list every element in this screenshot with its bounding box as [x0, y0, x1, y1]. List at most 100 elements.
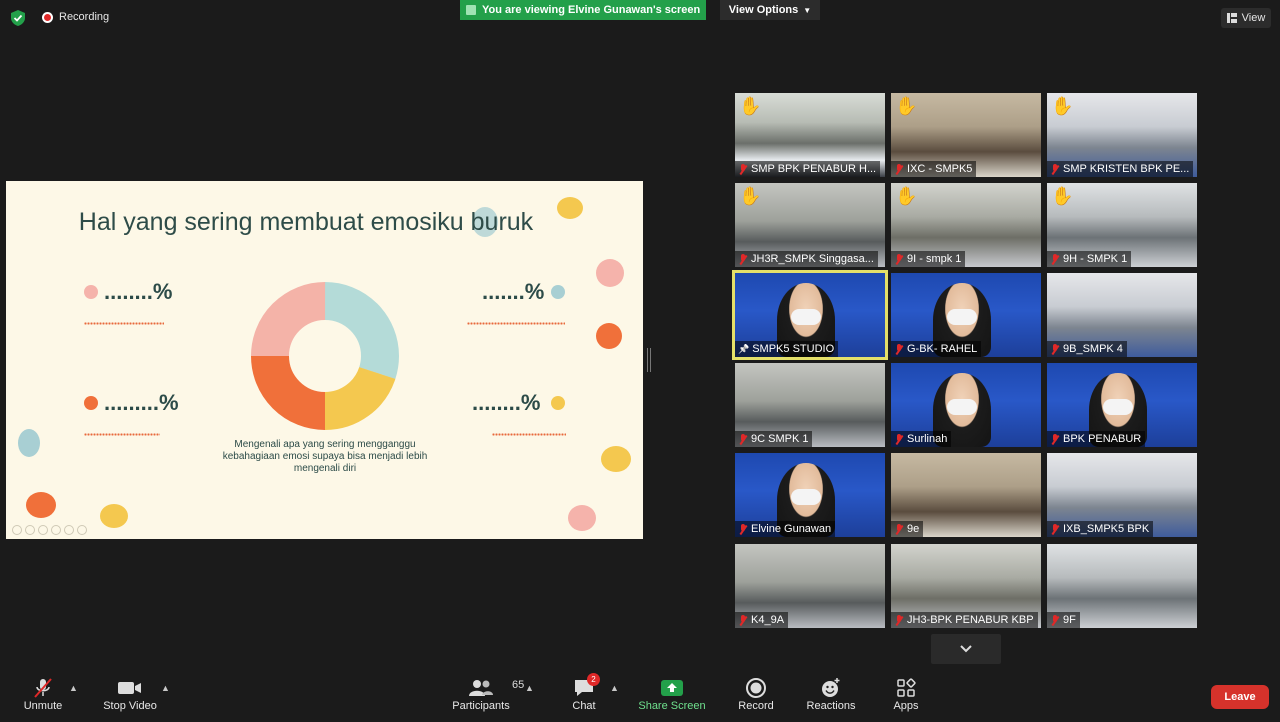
muted-microphone-icon	[894, 433, 904, 445]
view-options-label: View Options	[728, 4, 799, 16]
participant-name: 9H - SMPK 1	[1063, 253, 1128, 265]
participants-label: Participants	[452, 700, 510, 712]
share-screen-button[interactable]: Share Screen	[638, 676, 706, 712]
participant-name-bar: SMP BPK PENABUR H...	[735, 161, 881, 177]
unmute-button[interactable]: Unmute	[22, 676, 64, 712]
stop-video-label: Stop Video	[103, 700, 157, 712]
muted-microphone-icon	[738, 433, 748, 445]
record-button[interactable]: Record	[736, 676, 776, 712]
pen-icon[interactable]	[38, 525, 48, 535]
face-mask	[947, 399, 977, 415]
pin-icon: 📌	[738, 343, 750, 354]
unmute-label: Unmute	[23, 700, 63, 712]
participant-tile[interactable]: 9F	[1047, 544, 1197, 628]
grid-icon[interactable]	[51, 525, 61, 535]
participant-name: SMPK5 STUDIO	[752, 343, 835, 355]
participants-button[interactable]: 65 Participants	[450, 676, 524, 712]
participant-name-bar: Surlinah	[891, 431, 952, 447]
chat-options-caret-icon[interactable]: ▲	[610, 683, 619, 693]
screen-share-icon	[466, 5, 476, 15]
zoom-icon[interactable]	[64, 525, 74, 535]
participant-name-bar: Elvine Gunawan	[735, 521, 836, 537]
view-button[interactable]: View	[1221, 8, 1271, 28]
reactions-smiley-icon	[822, 678, 840, 697]
participant-tile[interactable]: 📌 SMPK5 STUDIO	[732, 270, 888, 360]
video-camera-icon	[118, 682, 141, 694]
view-options-button[interactable]: View Options ▼	[720, 0, 820, 20]
record-icon	[746, 678, 766, 698]
legend-dot-yellow	[551, 396, 565, 410]
participant-tile[interactable]: JH3-BPK PENABUR KBP	[891, 544, 1041, 628]
decorative-blob	[601, 446, 631, 472]
participant-name-bar: 9e	[891, 521, 924, 537]
percent-bottom-left: .........%	[104, 390, 179, 415]
grid-view-icon	[1226, 13, 1237, 23]
prev-slide-icon[interactable]	[12, 525, 22, 535]
muted-microphone-icon	[894, 614, 904, 626]
next-slide-icon[interactable]	[25, 525, 35, 535]
panel-splitter-handle[interactable]	[647, 348, 651, 372]
recording-indicator[interactable]: Recording	[42, 11, 109, 23]
muted-microphone-icon	[1050, 614, 1060, 626]
participant-name-bar: JH3-BPK PENABUR KBP	[891, 612, 1038, 628]
viewing-screen-banner: You are viewing Elvine Gunawan's screen	[460, 0, 706, 20]
participant-tile[interactable]: Elvine Gunawan	[735, 453, 885, 537]
stop-video-button[interactable]: Stop Video	[100, 676, 160, 712]
audio-options-caret-icon[interactable]: ▲	[69, 683, 78, 693]
percent-top-left: ........%	[104, 279, 173, 304]
shared-screen-slide[interactable]: Hal yang sering membuat emosiku buruk ..…	[6, 181, 643, 539]
decorative-blob	[596, 259, 624, 287]
participant-name: K4_9A	[751, 614, 785, 626]
chat-label: Chat	[572, 700, 596, 712]
muted-microphone-icon	[738, 523, 748, 535]
participant-name-bar: 9B_SMPK 4	[1047, 341, 1127, 357]
participants-options-caret-icon[interactable]: ▲	[525, 683, 534, 693]
apps-icon	[897, 678, 916, 697]
muted-microphone-icon	[894, 253, 904, 265]
share-screen-label: Share Screen	[638, 700, 706, 712]
reactions-button[interactable]: Reactions	[805, 676, 857, 712]
participant-tile[interactable]: K4_9A	[735, 544, 885, 628]
participant-tile[interactable]: Surlinah	[891, 363, 1041, 447]
viewing-banner-text: You are viewing Elvine Gunawan's screen	[482, 4, 701, 16]
raised-hand-icon: ✋	[895, 186, 918, 206]
participant-name: JH3R_SMPK Singgasa...	[751, 253, 874, 265]
raised-hand-icon: ✋	[739, 186, 762, 206]
dotted-line	[467, 322, 565, 325]
participant-tile[interactable]: ✋ JH3R_SMPK Singgasa...	[735, 183, 885, 267]
participant-tile[interactable]: G-BK- RAHEL	[891, 273, 1041, 357]
more-icon[interactable]	[77, 525, 87, 535]
participant-tile[interactable]: IXB_SMPK5 BPK	[1047, 453, 1197, 537]
muted-microphone-icon	[1050, 433, 1060, 445]
muted-microphone-icon	[894, 523, 904, 535]
apps-label: Apps	[893, 700, 919, 712]
legend-dot-pink	[84, 285, 98, 299]
participant-tile[interactable]: BPK PENABUR	[1047, 363, 1197, 447]
participant-tile[interactable]: ✋ SMP KRISTEN BPK PE...	[1047, 93, 1197, 177]
participant-tile[interactable]: 9B_SMPK 4	[1047, 273, 1197, 357]
muted-microphone-icon	[894, 163, 904, 175]
participant-tile[interactable]: 9e	[891, 453, 1041, 537]
apps-button[interactable]: Apps	[890, 676, 922, 712]
participant-name-bar: 9C SMPK 1	[735, 431, 813, 447]
chevron-down-icon: ▼	[803, 5, 812, 15]
participant-name: 9B_SMPK 4	[1063, 343, 1123, 355]
donut-chart	[251, 282, 399, 430]
participant-name-bar: 9H - SMPK 1	[1047, 251, 1132, 267]
participant-tile[interactable]: ✋ SMP BPK PENABUR H...	[735, 93, 885, 177]
chat-button[interactable]: 2 Chat	[568, 673, 600, 712]
participant-tile[interactable]: ✋ 9I - smpk 1	[891, 183, 1041, 267]
participant-tile[interactable]: 9C SMPK 1	[735, 363, 885, 447]
security-shield-icon[interactable]	[9, 9, 27, 27]
next-page-button[interactable]	[931, 634, 1001, 664]
participant-name: 9F	[1063, 614, 1076, 626]
muted-microphone-icon	[738, 163, 748, 175]
participant-tile[interactable]: ✋ IXC - SMPK5	[891, 93, 1041, 177]
participant-name-bar: K4_9A	[735, 612, 789, 628]
face-mask	[1103, 399, 1133, 415]
participant-tile[interactable]: ✋ 9H - SMPK 1	[1047, 183, 1197, 267]
slide-controls[interactable]	[12, 525, 87, 535]
leave-button[interactable]: Leave	[1211, 685, 1269, 709]
muted-microphone-icon	[1050, 253, 1060, 265]
video-options-caret-icon[interactable]: ▲	[161, 683, 170, 693]
